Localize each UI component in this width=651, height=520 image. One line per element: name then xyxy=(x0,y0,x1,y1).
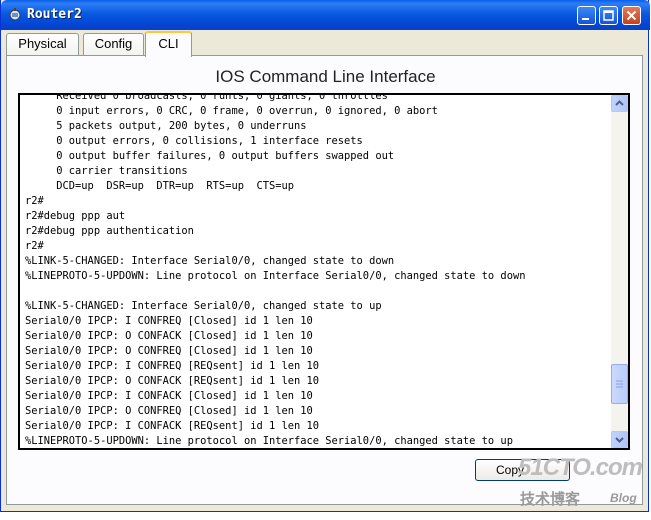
terminal-line: %LINEPROTO-5-UPDOWN: Line protocol on In… xyxy=(25,435,513,447)
router-window: Router2 Physical Config CLI IOS Command … xyxy=(0,0,650,512)
terminal-line: Serial0/0 IPCP: I CONFREQ [Closed] id 1 … xyxy=(25,315,313,327)
terminal-line: 0 output errors, 0 collisions, 1 interfa… xyxy=(25,135,363,147)
terminal-output: Received 0 broadcasts, 0 runts, 0 giants… xyxy=(25,93,611,448)
minimize-icon xyxy=(582,18,589,20)
tab-physical[interactable]: Physical xyxy=(6,33,79,55)
watermark-sub: 技术博客 xyxy=(520,490,581,508)
terminal-line: r2#debug ppp aut xyxy=(25,210,126,222)
terminal-line: Serial0/0 IPCP: O CONFACK [REQsent] id 1… xyxy=(25,375,320,387)
terminal-line: Serial0/0 IPCP: O CONFACK [Closed] id 1 … xyxy=(25,330,313,342)
watermark-blog: Blog xyxy=(610,491,637,505)
terminal-line: %LINK-5-CHANGED: Interface Serial0/0, ch… xyxy=(25,300,382,312)
terminal-line: 0 input errors, 0 CRC, 0 frame, 0 overru… xyxy=(25,105,438,117)
terminal-line: Serial0/0 IPCP: O CONFREQ [Closed] id 1 … xyxy=(25,345,313,357)
terminal-line: %LINK-5-CHANGED: Interface Serial0/0, ch… xyxy=(25,255,395,267)
window-title: Router2 xyxy=(27,7,82,22)
close-button[interactable] xyxy=(622,6,641,25)
scroll-up-button[interactable] xyxy=(611,95,628,112)
terminal-line: Received 0 broadcasts, 0 runts, 0 giants… xyxy=(25,93,388,102)
terminal-line: r2# xyxy=(25,240,44,252)
scroll-up-arrow-icon xyxy=(615,100,624,106)
page-title: IOS Command Line Interface xyxy=(215,67,436,86)
terminal-line: Serial0/0 IPCP: I CONFACK [REQsent] id 1… xyxy=(25,420,320,432)
watermark-logo: 51CTO.com 技术博客 Blog xyxy=(518,454,646,514)
vertical-scrollbar[interactable] xyxy=(611,95,628,448)
terminal-line: r2# xyxy=(25,195,44,207)
grip-icon xyxy=(616,380,623,388)
cli-terminal[interactable]: Received 0 broadcasts, 0 runts, 0 giants… xyxy=(18,93,630,450)
scroll-down-button[interactable] xyxy=(611,431,628,448)
terminal-line: Serial0/0 IPCP: I CONFACK [Closed] id 1 … xyxy=(25,390,313,402)
close-icon xyxy=(626,10,637,21)
terminal-line: Serial0/0 IPCP: O CONFREQ [Closed] id 1 … xyxy=(25,405,313,417)
terminal-line: Serial0/0 IPCP: I CONFREQ [REQsent] id 1… xyxy=(25,360,320,372)
cli-panel: IOS Command Line Interface Received 0 br… xyxy=(6,55,643,505)
title-bar[interactable]: Router2 xyxy=(1,0,650,30)
tab-cli[interactable]: CLI xyxy=(145,31,192,57)
minimize-button[interactable] xyxy=(577,6,596,25)
scrollbar-thumb[interactable] xyxy=(611,364,628,404)
terminal-line: %LINEPROTO-5-UPDOWN: Line protocol on In… xyxy=(25,270,526,282)
terminal-line: 0 output buffer failures, 0 output buffe… xyxy=(25,150,395,162)
watermark-main: 51CTO.com xyxy=(518,454,643,481)
router-icon xyxy=(8,7,22,21)
terminal-line: 5 packets output, 200 bytes, 0 underruns xyxy=(25,120,307,132)
maximize-icon xyxy=(603,10,614,21)
tab-config[interactable]: Config xyxy=(83,33,144,55)
terminal-line: r2#debug ppp authentication xyxy=(25,225,194,237)
maximize-button[interactable] xyxy=(599,6,618,25)
terminal-line: DCD=up DSR=up DTR=up RTS=up CTS=up xyxy=(25,180,294,192)
terminal-line: 0 carrier transitions xyxy=(25,165,188,177)
scroll-down-arrow-icon xyxy=(615,437,624,443)
